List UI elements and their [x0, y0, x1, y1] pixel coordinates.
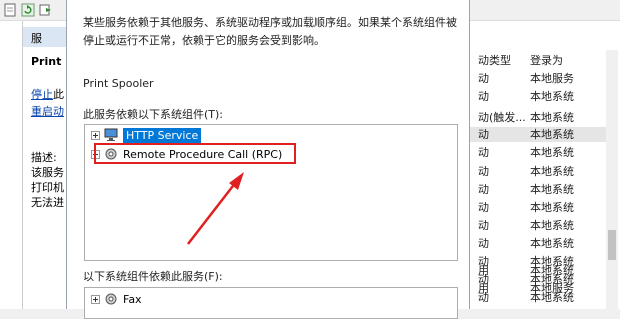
annotation-arrow-icon: [187, 172, 244, 245]
